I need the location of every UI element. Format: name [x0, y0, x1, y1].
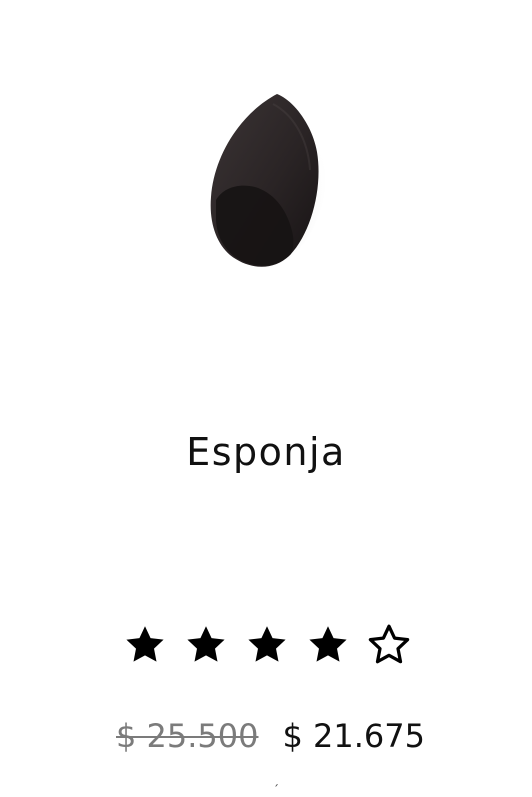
sale-price: $ 21.675	[282, 717, 426, 755]
product-rating	[122, 620, 412, 670]
price-row: $ 25.500 $ 21.675	[116, 712, 425, 760]
original-price: $ 25.500	[116, 717, 259, 755]
filled-star-icon	[248, 626, 286, 662]
product-image[interactable]	[198, 86, 334, 274]
outline-star-icon	[368, 624, 410, 664]
filled-star-icon	[126, 626, 164, 662]
bottom-accent-mark: ´	[273, 783, 279, 797]
product-card[interactable]: Esponja $ 25.500 $ 21.675 ´	[0, 0, 532, 796]
filled-star-icon	[187, 626, 225, 662]
filled-star-icon	[309, 626, 347, 662]
product-title[interactable]: Esponja	[0, 426, 532, 478]
